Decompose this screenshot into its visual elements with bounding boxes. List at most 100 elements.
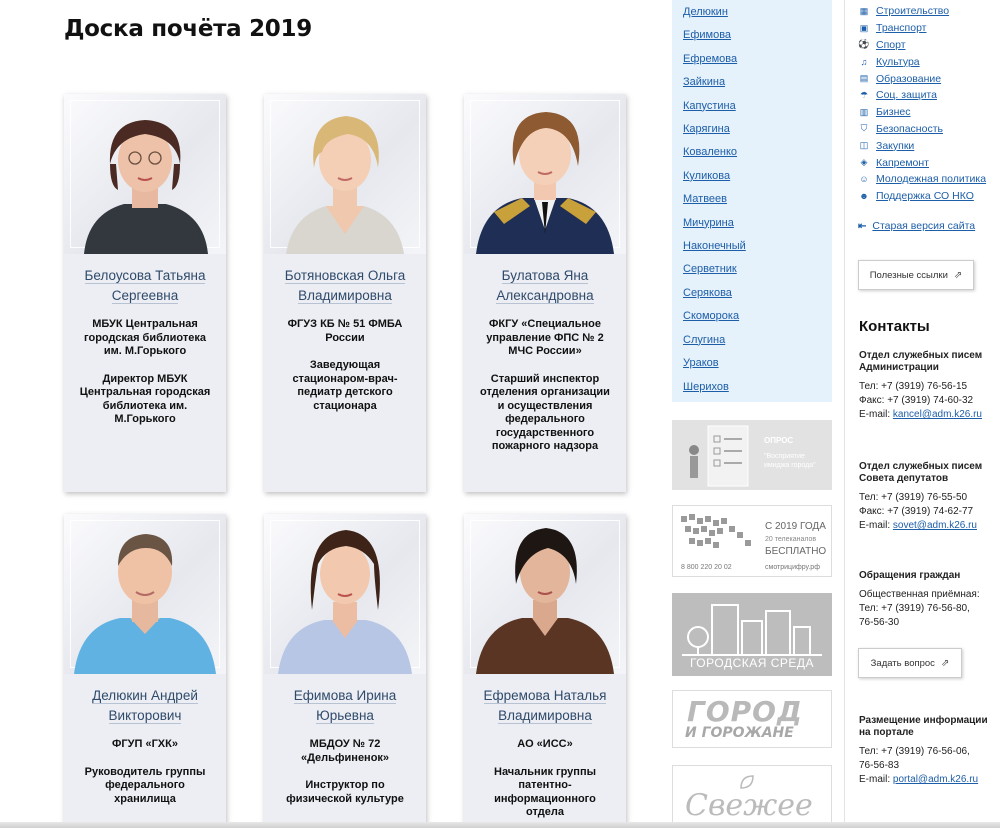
- cart-icon: ◫: [859, 140, 869, 151]
- surname-link[interactable]: Наконечный: [672, 235, 832, 258]
- rubric-link[interactable]: Молодежная политика: [876, 173, 986, 185]
- contact-phone-2: 76-56-83: [859, 760, 900, 771]
- surname-link[interactable]: Ураков: [672, 352, 832, 375]
- person-portrait: [476, 528, 614, 674]
- surname-link[interactable]: Шерихов: [672, 376, 832, 399]
- surname-link[interactable]: Матвеев: [672, 188, 832, 211]
- email-label: E-mail:: [859, 520, 891, 531]
- surname-link[interactable]: Карягина: [672, 118, 832, 141]
- fresh-news-logo: Свежее: [685, 788, 813, 823]
- person-card[interactable]: Булатова Яна Александровна ФКГУ «Специал…: [464, 94, 626, 492]
- old-site-link[interactable]: ⇤ Старая версия сайта: [858, 220, 975, 232]
- person-organization: МБДОУ № 72 «Дельфиненок»: [300, 738, 390, 764]
- rubric-item-youth[interactable]: ☺ Молодежная политика: [858, 171, 986, 188]
- umbrella-icon: ☂: [859, 89, 869, 100]
- rubric-item-transport[interactable]: ▣ Транспорт: [858, 20, 986, 37]
- contact-line: Общественная приёмная:: [859, 589, 980, 600]
- urban-environment-label: ГОРОДСКАЯ СРЕДА: [689, 656, 815, 670]
- rubric-link[interactable]: Капремонт: [876, 157, 929, 169]
- surname-link[interactable]: Зайкина: [672, 71, 832, 94]
- surname-link[interactable]: Капустина: [672, 95, 832, 118]
- building-icon: ▦: [859, 5, 869, 16]
- contact-portal: Размещение информации на портале Тел: +7…: [859, 715, 999, 787]
- arrow-left-bar-icon: ⇤: [858, 220, 867, 232]
- person-name[interactable]: Белоусова Татьяна Сергеевна: [64, 266, 226, 306]
- email-link[interactable]: kancel@adm.k26.ru: [893, 409, 982, 420]
- person-card[interactable]: Белоусова Татьяна Сергеевна МБУК Централ…: [64, 94, 226, 492]
- contact-phone: Тел: +7 (3919) 76-55-50: [859, 492, 968, 503]
- rubric-link[interactable]: Культура: [876, 56, 920, 68]
- rubric-item-procurement[interactable]: ◫ Закупки: [858, 137, 986, 154]
- rubric-link[interactable]: Закупки: [876, 140, 914, 152]
- external-link-icon: ⇗: [953, 269, 963, 281]
- rubric-item-sport[interactable]: ⚽ Спорт: [858, 37, 986, 54]
- rubric-link[interactable]: Спорт: [876, 39, 906, 51]
- person-card[interactable]: Ефремова Наталья Владимировна АО «ИСС» Н…: [464, 514, 626, 828]
- digital-tv-banner[interactable]: С 2019 ГОДА 20 телеканалов БЕСПЛАТНО 8 8…: [672, 505, 832, 577]
- city-and-citizens-banner[interactable]: ГОРОД И ГОРОЖАНЕ: [672, 690, 832, 748]
- rubric-item-repair[interactable]: ◈ Капремонт: [858, 154, 986, 171]
- rubric-item-education[interactable]: ▤ Образование: [858, 70, 986, 87]
- old-site-label[interactable]: Старая версия сайта: [872, 220, 975, 232]
- person-name[interactable]: Делюкин Андрей Викторович: [64, 686, 226, 726]
- person-name[interactable]: Ефремова Наталья Владимировна: [464, 686, 626, 726]
- rubric-link[interactable]: Безопасность: [876, 123, 943, 135]
- person-photo[interactable]: [64, 94, 226, 254]
- ask-question-button[interactable]: Задать вопрос ⇗: [858, 648, 962, 678]
- person-photo[interactable]: [264, 94, 426, 254]
- rubric-item-business[interactable]: ▥ Бизнес: [858, 104, 986, 121]
- rubric-item-construction[interactable]: ▦ Строительство: [858, 3, 986, 20]
- rubric-link[interactable]: Бизнес: [876, 106, 910, 118]
- rubric-item-nko[interactable]: ☻ Поддержка СО НКО: [858, 188, 986, 205]
- person-portrait: [74, 534, 216, 674]
- person-name[interactable]: Ботяновская Ольга Владимировна: [264, 266, 426, 306]
- person-portrait: [286, 116, 404, 254]
- surname-link[interactable]: Куликова: [672, 165, 832, 188]
- rubric-item-security[interactable]: ⛉ Безопасность: [858, 121, 986, 138]
- surname-link[interactable]: Слугина: [672, 329, 832, 352]
- fresh-news-banner[interactable]: Свежее: [672, 765, 832, 828]
- person-organization: АО «ИСС»: [517, 738, 573, 750]
- surname-link[interactable]: Серякова: [672, 282, 832, 305]
- contact-heading: Отдел служебных писем Совета депутатов: [859, 461, 983, 484]
- person-name[interactable]: Ефимова Ирина Юрьевна: [264, 686, 426, 726]
- contact-fax: Факс: +7 (3919) 74-60-32: [859, 395, 974, 406]
- rubric-link[interactable]: Строительство: [876, 5, 949, 17]
- person-card[interactable]: Делюкин Андрей Викторович ФГУП «ГХК» Рук…: [64, 514, 226, 828]
- contact-phone-2: 76-56-30: [859, 617, 900, 628]
- rubric-item-social[interactable]: ☂ Соц. защита: [858, 87, 986, 104]
- rubric-link[interactable]: Соц. защита: [876, 89, 937, 101]
- person-card[interactable]: Ефимова Ирина Юрьевна МБДОУ № 72 «Дельфи…: [264, 514, 426, 828]
- contact-phone: Тел: +7 (3919) 76-56-15: [859, 381, 968, 392]
- rubric-link[interactable]: Поддержка СО НКО: [876, 190, 974, 202]
- surname-link[interactable]: Скоморока: [672, 305, 832, 328]
- email-link[interactable]: portal@adm.k26.ru: [893, 774, 978, 785]
- email-link[interactable]: sovet@adm.k26.ru: [893, 520, 977, 531]
- city-buildings-icon: [682, 604, 822, 656]
- rubric-link[interactable]: Транспорт: [876, 22, 927, 34]
- person-position: Заведующая стационаром-врач-педиатр детс…: [292, 359, 398, 412]
- surname-link[interactable]: Ефимова: [672, 24, 832, 47]
- useful-links-button[interactable]: Полезные ссылки ⇗: [858, 260, 974, 290]
- music-icon: ♫: [860, 56, 868, 67]
- person-position: Руководитель группы федерального хранили…: [84, 765, 206, 805]
- person-photo[interactable]: [64, 514, 226, 674]
- surname-link[interactable]: Серветник: [672, 258, 832, 281]
- external-link-icon: ⇗: [940, 657, 950, 669]
- person-photo[interactable]: [464, 514, 626, 674]
- surname-link[interactable]: Делюкин: [672, 1, 832, 24]
- person-name[interactable]: Булатова Яна Александровна: [464, 266, 626, 306]
- person-photo[interactable]: [464, 94, 626, 254]
- surname-link[interactable]: Коваленко: [672, 141, 832, 164]
- person-organization: ФГУЗ КБ № 51 ФМБА России: [287, 318, 403, 344]
- survey-banner[interactable]: ОПРОС "Восприятие имиджа города": [672, 420, 832, 490]
- person-card[interactable]: Ботяновская Ольга Владимировна ФГУЗ КБ №…: [264, 94, 426, 492]
- rubric-link[interactable]: Образование: [876, 73, 941, 85]
- surname-link[interactable]: Мичурина: [672, 212, 832, 235]
- person-photo[interactable]: [264, 514, 426, 674]
- rubric-item-culture[interactable]: ♫ Культура: [858, 53, 986, 70]
- surname-link[interactable]: Ефремова: [672, 48, 832, 71]
- urban-environment-banner[interactable]: ГОРОДСКАЯ СРЕДА: [672, 593, 832, 676]
- bus-icon: ▣: [859, 22, 869, 33]
- person-portrait: [476, 112, 614, 254]
